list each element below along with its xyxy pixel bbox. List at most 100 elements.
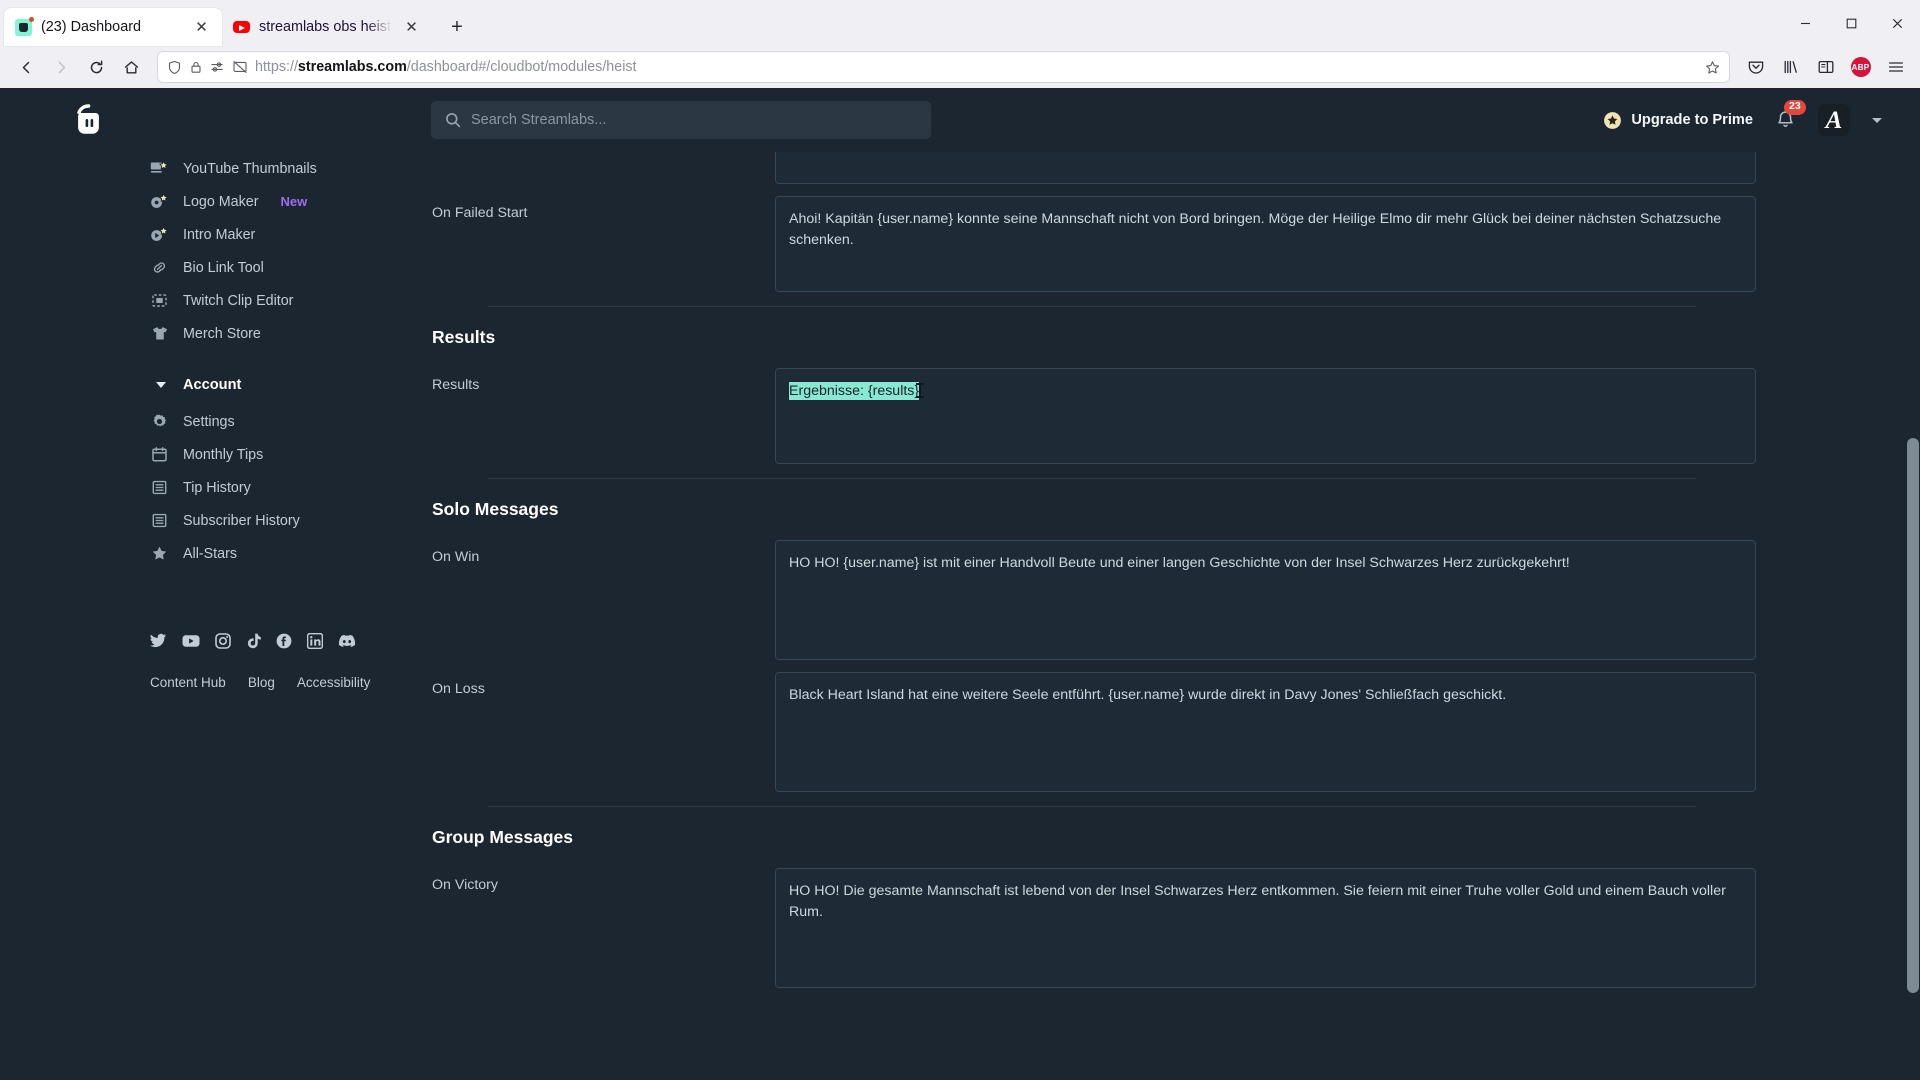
twitter-icon[interactable]: [150, 633, 167, 649]
app-header: Upgrade to Prime 23 A: [0, 88, 1920, 152]
solo-messages-section-title: Solo Messages: [432, 499, 559, 519]
gear-icon: [150, 413, 169, 430]
lock-icon[interactable]: [189, 60, 203, 74]
clipped-textarea[interactable]: [775, 152, 1756, 184]
navigation-toolbar: https://streamlabs.com/dashboard#/cloudb…: [0, 46, 1920, 88]
sidebar-item-all-stars[interactable]: All-Stars: [150, 537, 420, 570]
sidebar-item-label: Bio Link Tool: [183, 259, 264, 276]
url-text[interactable]: https://streamlabs.com/dashboard#/cloudb…: [255, 59, 1698, 75]
avatar[interactable]: A: [1818, 104, 1850, 136]
library-icon[interactable]: [1774, 51, 1807, 83]
footer-link-blog[interactable]: Blog: [248, 675, 275, 690]
footer-link-accessibility[interactable]: Accessibility: [297, 675, 371, 690]
on-loss-row: On Loss Black Heart Island hat eine weit…: [426, 660, 1920, 792]
tiktok-icon[interactable]: [246, 633, 261, 649]
close-window-button[interactable]: [1874, 3, 1920, 43]
caret-down-icon: [150, 381, 169, 388]
footer-link-content-hub[interactable]: Content Hub: [150, 675, 226, 690]
page-scrollbar[interactable]: [1906, 88, 1920, 1080]
sidebar-item-tip-history[interactable]: Tip History: [150, 471, 420, 504]
main-content: On Failed Start Ahoi! Kapitän {user.name…: [420, 152, 1920, 1080]
pocket-icon[interactable]: [1739, 51, 1772, 83]
discord-icon[interactable]: [338, 634, 356, 648]
on-victory-textarea[interactable]: HO HO! Die gesamte Mannschaft ist lebend…: [775, 868, 1756, 988]
browser-tab-youtube[interactable]: streamlabs obs heist mini game ✕: [222, 8, 432, 46]
hamburger-menu-icon[interactable]: [1879, 51, 1912, 83]
new-tab-button[interactable]: +: [441, 11, 473, 43]
tab-title: (23) Dashboard: [41, 19, 141, 35]
sidebar-item-label: Tip History: [183, 479, 251, 496]
sidebar-item-bio-link-tool[interactable]: Bio Link Tool: [150, 251, 420, 284]
sidebar-group-account[interactable]: Account: [150, 368, 420, 401]
sidebar-icon[interactable]: [1809, 51, 1842, 83]
youtube-icon: [233, 21, 250, 33]
sidebar-item-twitch-clip-editor[interactable]: Twitch Clip Editor: [150, 284, 420, 317]
header-actions: Upgrade to Prime 23 A: [1603, 100, 1882, 136]
linkedin-icon[interactable]: [307, 633, 323, 649]
results-textarea[interactable]: Ergebnisse: {results}: [775, 368, 1756, 464]
sidebar-item-merch-store[interactable]: Merch Store: [150, 317, 420, 350]
permissions-icon[interactable]: [210, 60, 225, 74]
home-button[interactable]: [115, 51, 148, 83]
group-messages-section-title: Group Messages: [432, 827, 574, 847]
instagram-icon[interactable]: [215, 633, 231, 649]
sidebar-item-logo-maker[interactable]: Logo Maker New: [150, 185, 420, 218]
search-icon: [445, 112, 461, 128]
new-badge: New: [280, 194, 308, 209]
reload-button[interactable]: [80, 51, 113, 83]
chevron-down-icon[interactable]: [1872, 117, 1882, 123]
on-failed-start-row: On Failed Start Ahoi! Kapitän {user.name…: [426, 184, 1920, 292]
sidebar-item-label: Settings: [183, 413, 235, 430]
results-row: Results Ergebnisse: {results}: [426, 356, 1920, 464]
clip-editor-icon: [150, 292, 169, 309]
sidebar-item-label: YouTube Thumbnails: [183, 160, 317, 177]
sidebar-item-monthly-tips[interactable]: Monthly Tips: [150, 438, 420, 471]
on-loss-textarea[interactable]: Black Heart Island hat eine weitere Seel…: [775, 672, 1756, 792]
list-icon: [150, 512, 169, 529]
tracking-protection-off-icon[interactable]: [232, 60, 248, 74]
sidebar-item-label: Monthly Tips: [183, 446, 264, 463]
search-box[interactable]: [431, 101, 931, 139]
back-button[interactable]: [10, 51, 43, 83]
streamlabs-logo[interactable]: [0, 98, 175, 142]
tab-strip: (23) Dashboard ✕ streamlabs obs heist mi…: [0, 0, 1920, 46]
youtube-icon[interactable]: [182, 634, 200, 648]
upgrade-to-prime-button[interactable]: Upgrade to Prime: [1603, 111, 1753, 130]
on-win-label: On Win: [432, 549, 480, 565]
facebook-icon[interactable]: [276, 633, 292, 649]
star-icon: [150, 545, 169, 562]
on-failed-start-label: On Failed Start: [432, 205, 528, 221]
on-victory-row: On Victory HO HO! Die gesamte Mannschaft…: [426, 856, 1920, 988]
scrollbar-thumb[interactable]: [1907, 438, 1919, 993]
maximize-button[interactable]: [1828, 3, 1874, 43]
browser-tab-dashboard[interactable]: (23) Dashboard ✕: [4, 8, 222, 46]
sidebar-item-settings[interactable]: Settings: [150, 405, 420, 438]
on-win-row: On Win HO HO! {user.name} ist mit einer …: [426, 528, 1920, 660]
streamlabs-icon: [15, 16, 34, 36]
clipped-field-row: [426, 152, 1920, 184]
close-icon[interactable]: ✕: [401, 17, 422, 38]
on-victory-label: On Victory: [432, 877, 498, 893]
link-icon: [150, 259, 169, 276]
search-input[interactable]: [471, 112, 917, 128]
sidebar-item-label: Subscriber History: [183, 512, 300, 529]
url-bar[interactable]: https://streamlabs.com/dashboard#/cloudb…: [157, 51, 1730, 83]
sidebar-item-subscriber-history[interactable]: Subscriber History: [150, 504, 420, 537]
streamlabs-app: Upgrade to Prime 23 A: [0, 88, 1920, 1080]
on-win-textarea[interactable]: HO HO! {user.name} ist mit einer Handvol…: [775, 540, 1756, 660]
selected-text[interactable]: Ergebnisse: {results}: [789, 382, 920, 400]
sidebar-item-intro-maker[interactable]: Intro Maker: [150, 218, 420, 251]
adblock-plus-icon[interactable]: ABP: [1844, 51, 1877, 83]
star-icon[interactable]: [1705, 60, 1720, 75]
text-cursor-icon: [916, 383, 925, 398]
shield-icon[interactable]: [167, 60, 182, 75]
notifications-button[interactable]: 23: [1775, 100, 1806, 131]
adblock-label: ABP: [1850, 57, 1871, 77]
close-icon[interactable]: ✕: [191, 17, 212, 38]
list-icon: [150, 479, 169, 496]
on-failed-start-textarea[interactable]: Ahoi! Kapitän {user.name} konnte seine M…: [775, 196, 1756, 292]
sidebar-item-youtube-thumbnails[interactable]: YouTube Thumbnails: [150, 152, 420, 185]
minimize-button[interactable]: [1782, 3, 1828, 43]
forward-button[interactable]: [45, 51, 78, 83]
notification-count-badge: 23: [1784, 100, 1806, 115]
